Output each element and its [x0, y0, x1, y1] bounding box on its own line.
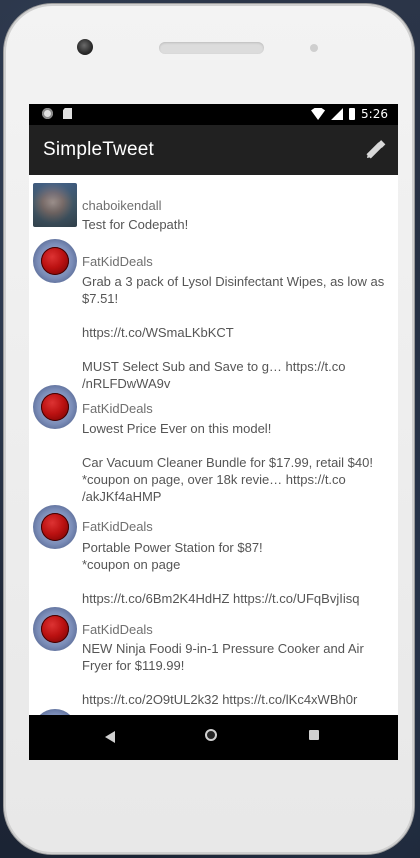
avatar-cube-icon — [41, 247, 69, 275]
avatar-cube-icon — [41, 393, 69, 421]
avatar-round[interactable] — [33, 505, 77, 549]
sd-card-icon — [63, 108, 72, 119]
screen: 5:26 SimpleTweet chaboikendall Test for … — [29, 104, 398, 760]
tweet-username[interactable]: FatKidDeals — [82, 622, 153, 637]
avatar-round[interactable] — [33, 385, 77, 429]
tweet-item[interactable]: FatKidDeals Lowest Price Ever on this mo… — [29, 385, 398, 505]
status-bar: 5:26 — [29, 104, 398, 125]
status-time: 5:26 — [361, 107, 388, 121]
status-left — [42, 108, 72, 119]
nav-back-icon[interactable] — [105, 731, 115, 743]
avatar-round[interactable] — [33, 607, 77, 651]
tweet-username[interactable]: FatKidDeals — [82, 401, 153, 416]
avatar-cube-icon — [41, 513, 69, 541]
tweet-username[interactable]: FatKidDeals — [82, 519, 153, 534]
wifi-icon — [311, 108, 326, 120]
navigation-bar — [29, 715, 398, 760]
signal-icon — [331, 108, 344, 120]
tweet-text: NEW Ninja Foodi 9-in-1 Pressure Cooker a… — [82, 641, 364, 707]
tweet-item[interactable]: FatKidDeals NEW Ninja Foodi 9-in-1 Press… — [29, 607, 398, 715]
tweet-text: Lowest Price Ever on this model! Car Vac… — [82, 421, 373, 504]
phone-frame: 5:26 SimpleTweet chaboikendall Test for … — [4, 4, 414, 854]
compose-button[interactable] — [362, 137, 388, 163]
front-camera — [77, 39, 93, 55]
avatar-photo[interactable] — [33, 183, 77, 227]
status-right: 5:26 — [311, 107, 388, 121]
tweet-username[interactable]: chaboikendall — [82, 198, 162, 213]
avatar-round[interactable] — [33, 239, 77, 283]
app-title: SimpleTweet — [43, 139, 154, 160]
avatar-cube-icon — [41, 615, 69, 643]
battery-icon — [349, 108, 356, 120]
tweet-text: Grab a 3 pack of Lysol Disinfectant Wipe… — [82, 274, 385, 391]
tweet-text: Portable Power Station for $87! *coupon … — [82, 540, 360, 606]
tweet-text: Test for Codepath! — [82, 217, 189, 232]
tweet-feed[interactable]: chaboikendall Test for Codepath! FatKidD… — [29, 175, 398, 715]
nav-recents-icon[interactable] — [309, 730, 319, 740]
tweet-item[interactable]: FatKidDeals Portable Power Station for $… — [29, 505, 398, 615]
tweet-username[interactable]: FatKidDeals — [82, 254, 153, 269]
proximity-sensor — [310, 44, 318, 52]
app-bar: SimpleTweet — [29, 125, 398, 175]
compose-pencil-icon — [366, 140, 386, 159]
tweet-item[interactable]: FatKidDeals Grab a 3 pack of Lysol Disin… — [29, 239, 398, 391]
earpiece-speaker — [159, 42, 264, 54]
tweet-item[interactable]: chaboikendall Test for Codepath! — [29, 179, 398, 232]
notification-dot-icon — [42, 108, 53, 119]
nav-home-icon[interactable] — [205, 729, 217, 741]
